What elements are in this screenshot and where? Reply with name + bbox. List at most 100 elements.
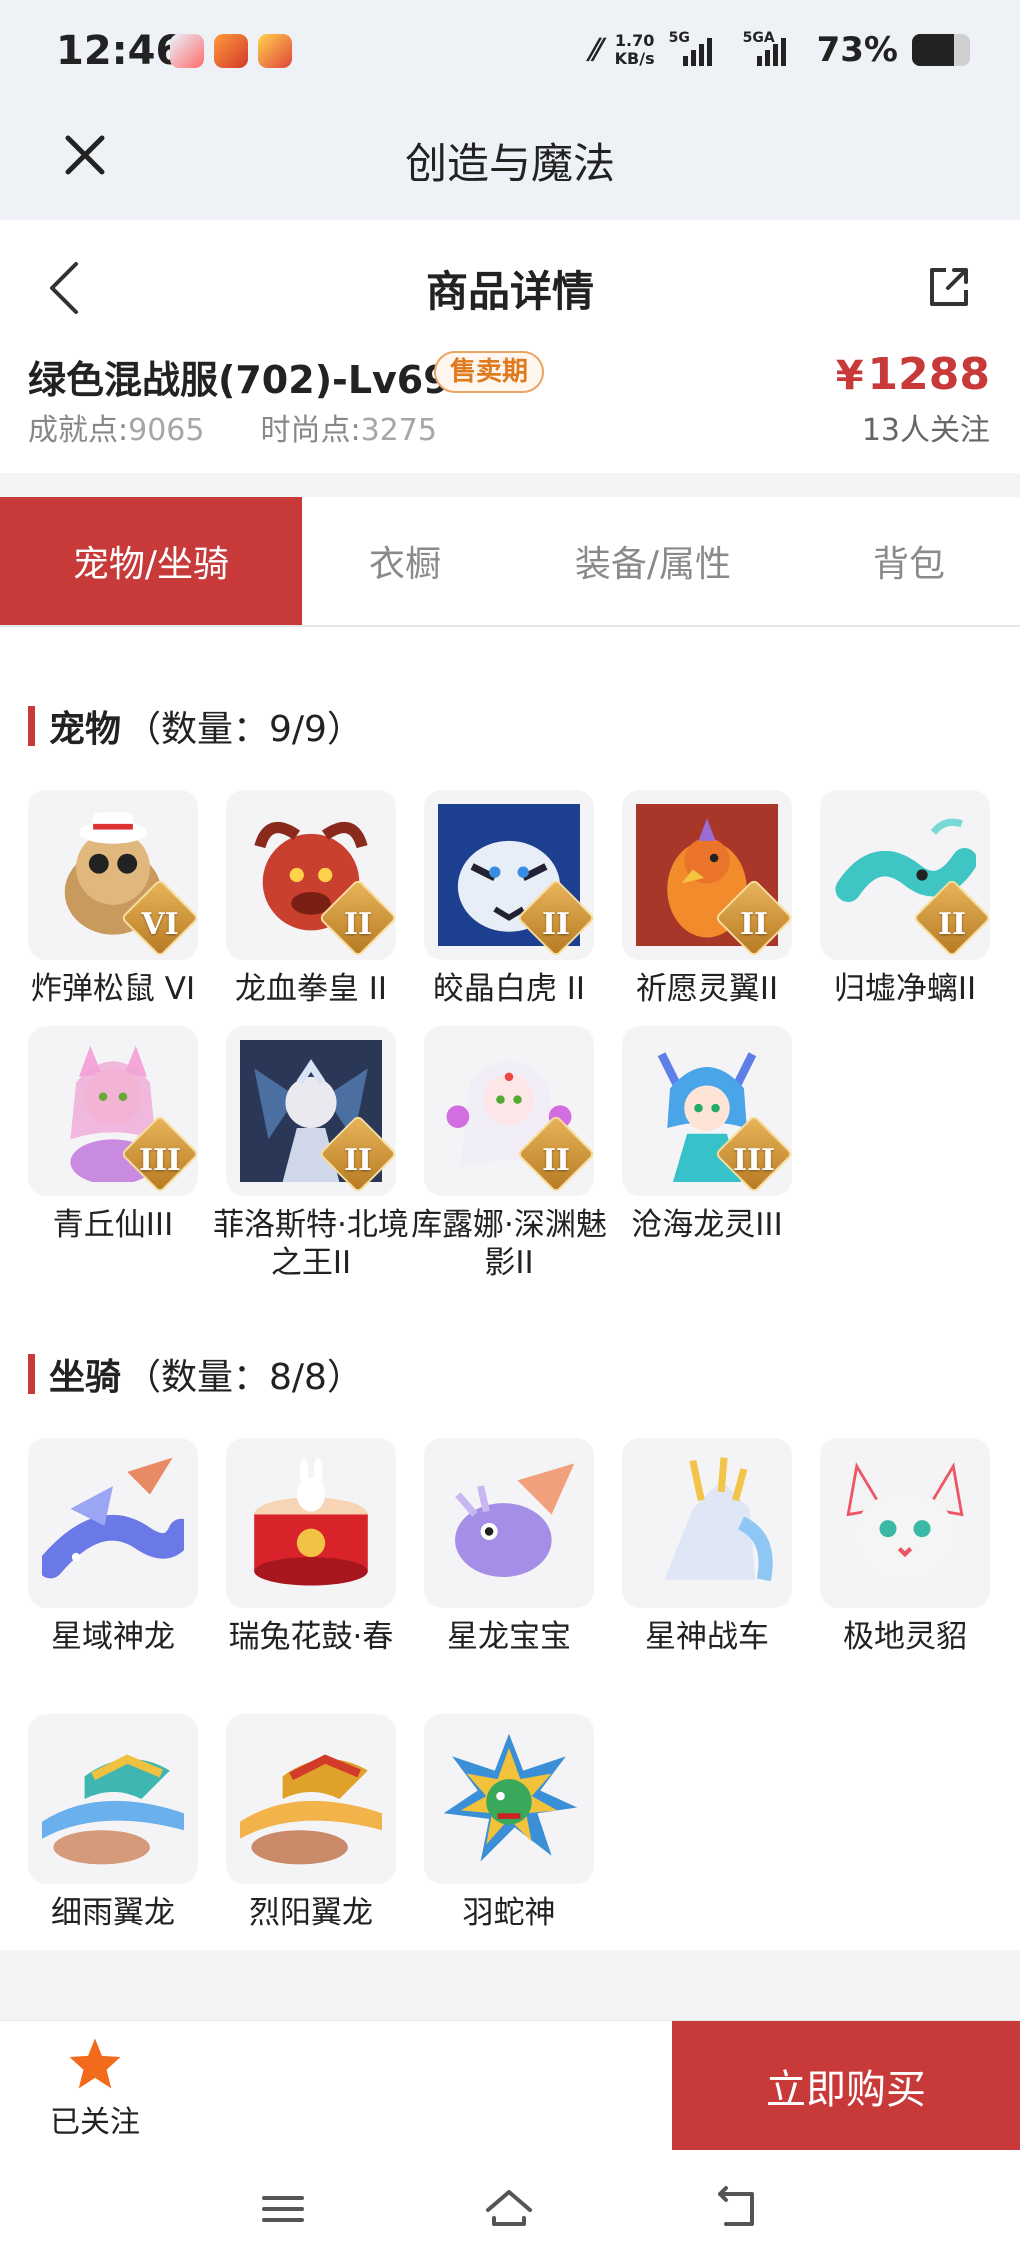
tab-equipment[interactable]: 装备/属性 [508,497,798,625]
tier-label: II [937,907,967,942]
star-icon [69,2038,121,2089]
signal-bars-icon [756,38,786,66]
fashion-label: 时尚点: [260,413,361,448]
polar-ferret-icon [846,1462,964,1583]
pet-thumb: II [226,1026,396,1196]
pet-item[interactable]: II 皎晶白虎 II [424,790,594,1008]
page: 12:46 ⫽ 1.70 KB/s 5G 5GA 73% 创造与魔法 商品详情 … [0,0,1020,2267]
tab-bar: 宠物/坐骑 衣橱 装备/属性 背包 [0,497,1020,627]
top-area: 12:46 ⫽ 1.70 KB/s 5G 5GA 73% 创造与魔法 [0,0,1020,220]
mount-name: 星龙宝宝 [447,1619,571,1655]
pet-name: 库露娜·深渊魅影II [411,1207,607,1281]
status-bar: 12:46 ⫽ 1.70 KB/s 5G 5GA 73% [0,0,1020,110]
network-speed: 1.70 KB/s [615,32,655,68]
speed-value: 1.70 [614,31,655,50]
tab-pets-mounts[interactable]: 宠物/坐骑 [0,497,302,625]
tab-wardrobe[interactable]: 衣橱 [302,497,508,625]
pet-item[interactable]: III 青丘仙III [28,1026,198,1244]
star-chariot-icon [664,1457,773,1582]
pet-item[interactable]: II 菲洛斯特·北境之王II [213,1026,409,1282]
status-time: 12:46 [56,28,184,74]
tier-label: II [541,1143,571,1178]
fashion-value: 3275 [360,413,437,448]
mount-item[interactable]: 星神战车 [622,1438,792,1656]
achievement-label: 成就点: [28,413,129,448]
signal-5ga: 5GA [743,30,803,70]
tier-label: III [138,1143,182,1178]
follow-label: 已关注 [50,2105,140,2140]
mount-item[interactable]: 羽蛇神 [424,1714,594,1932]
pet-name: 皎晶白虎 II [432,971,586,1007]
share-icon[interactable] [926,264,972,310]
pet-thumb: II [820,790,990,960]
mount-thumb [226,1438,396,1608]
pet-item[interactable]: II 归墟净螭II [820,790,990,1008]
mount-item[interactable]: 星域神龙 [28,1438,198,1656]
action-bar: 已关注 立即购买 [0,2020,1020,2151]
mount-thumb [424,1438,594,1608]
follow-button[interactable]: 已关注 [40,2035,150,2141]
pets-section-header: 宠物 （数量：9/9） [28,700,363,752]
game-app-icon [214,34,248,68]
content-end-band [0,1950,1020,2020]
section-marker [28,1354,35,1394]
product-name: 绿色混战服(702)-Lv69 [28,358,450,402]
weibo-app-icon [258,34,292,68]
mount-item[interactable]: 瑞兔花鼓·春 [226,1438,396,1656]
pet-item[interactable]: II 龙血拳皇 II [226,790,396,1008]
status-right: ⫽ 1.70 KB/s 5G 5GA 73% [587,30,970,70]
achievement-value: 9065 [128,413,205,448]
pet-thumb: II [226,790,396,960]
mount-thumb [622,1438,792,1608]
mount-item[interactable]: 细雨翼龙 [28,1714,198,1932]
mounts-section-header: 坐骑 （数量：8/8） [28,1348,363,1400]
pet-name: 祈愿灵翼II [635,971,779,1007]
mount-thumb [424,1714,594,1884]
rain-wyvern-icon [42,1754,184,1865]
mount-item[interactable]: 烈阳翼龙 [226,1714,396,1932]
menu-icon[interactable] [258,2184,308,2234]
tab-backpack[interactable]: 背包 [798,497,1020,625]
tier-label: III [732,1143,776,1178]
pet-thumb: II [622,790,792,960]
sun-wyvern-icon [240,1754,382,1865]
pet-name: 炸弹松鼠 VI [30,971,196,1007]
currency-symbol: ¥ [835,353,864,399]
divider [0,473,1020,497]
pet-name: 青丘仙III [52,1207,174,1243]
product-summary: 绿色混战服(702)-Lv69 售卖期 成就点:9065 时尚点:3275 ¥12… [0,345,1020,473]
pet-thumb: III [622,1026,792,1196]
app-header: 创造与魔法 [0,110,1020,220]
mount-name: 细雨翼龙 [51,1895,175,1931]
home-icon[interactable] [484,2184,534,2234]
pet-name: 归墟净螭II [833,971,977,1007]
map-app-icon [170,34,204,68]
mount-item[interactable]: 极地灵貂 [820,1438,990,1656]
pet-thumb: VI [28,790,198,960]
feathered-serpent-icon [443,1733,578,1862]
pet-item[interactable]: II 库露娜·深渊魅影II [411,1026,607,1282]
pet-item[interactable]: II 祈愿灵翼II [622,790,792,1008]
star-dragon-icon [42,1457,184,1579]
mount-thumb [28,1438,198,1608]
tier-label: II [343,907,373,942]
battery-percent: 73% [816,30,898,70]
mount-name: 星神战车 [645,1619,769,1655]
buy-now-button[interactable]: 立即购买 [672,2021,1020,2151]
mount-thumb [820,1438,990,1608]
mount-item[interactable]: 星龙宝宝 [424,1438,594,1656]
pet-item[interactable]: VI 炸弹松鼠 VI [28,790,198,1008]
tier-label: II [541,907,571,942]
back-icon[interactable] [712,2184,762,2234]
pet-thumb: III [28,1026,198,1196]
mount-name: 极地灵貂 [843,1619,967,1655]
section-marker [28,706,35,746]
mount-thumb [226,1714,396,1884]
mount-name: 烈阳翼龙 [249,1895,373,1931]
price-value: 1288 [867,349,990,400]
mounts-count: （数量：8/8） [125,1357,363,1398]
pet-item[interactable]: III 沧海龙灵III [622,1026,792,1244]
page-nav: 商品详情 [0,220,1020,350]
rabbit-drum-icon [254,1457,368,1586]
battery-icon [912,34,970,66]
